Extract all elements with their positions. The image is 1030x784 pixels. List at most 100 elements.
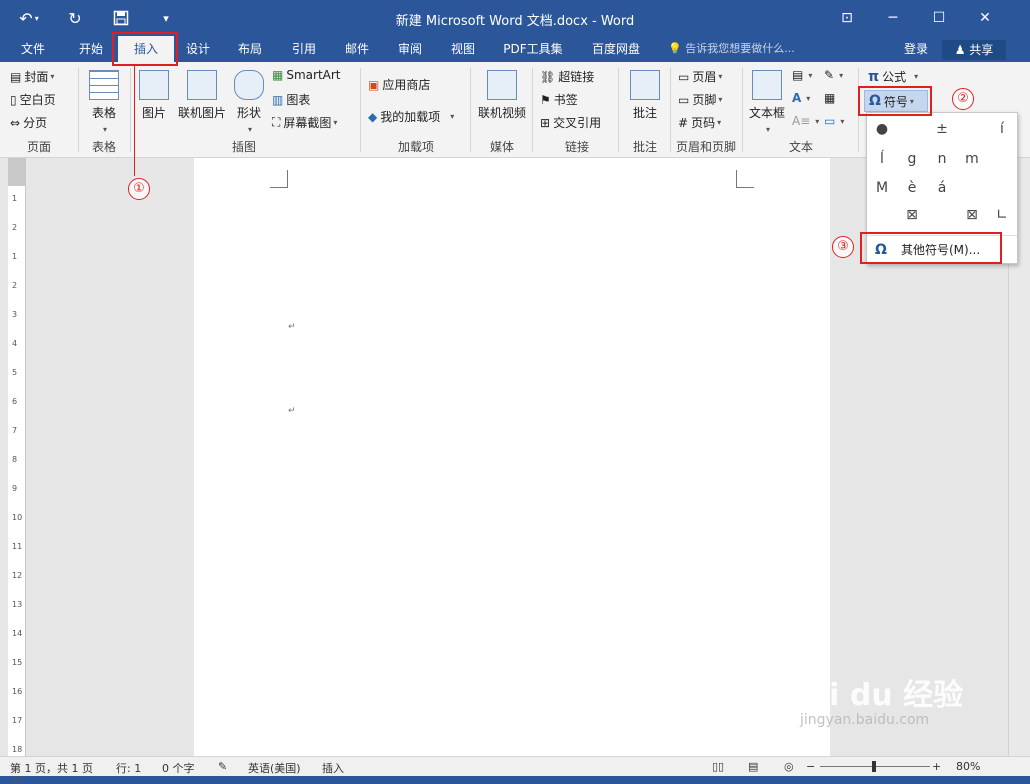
picture-icon (139, 70, 169, 100)
header-button[interactable]: ▭ 页眉 ▾ (678, 68, 722, 85)
zoom-level[interactable]: 80% (956, 760, 980, 773)
footer-button[interactable]: ▭ 页脚 ▾ (678, 91, 722, 108)
signature-icon: ✎ (824, 68, 835, 82)
ruler-tick: 1 (12, 252, 18, 261)
my-addins-button[interactable]: ◆ 我的加载项 ▾ (368, 108, 454, 125)
tab-pdf-tools[interactable]: PDF工具集 (492, 36, 574, 62)
cross-reference-button[interactable]: ⊞ 交叉引用 (540, 114, 601, 131)
close-icon[interactable]: ✕ (970, 6, 1000, 30)
blank-page-button[interactable]: ▯ 空白页 (10, 91, 56, 108)
ruler-tick: 4 (12, 339, 18, 348)
group-label-comments: 批注 (632, 140, 657, 154)
symbol-item[interactable]: è (897, 174, 927, 202)
symbol-item[interactable]: ĺ (867, 145, 897, 173)
textbox-button[interactable]: 文本框 ▾ (746, 70, 788, 135)
symbol-item[interactable]: ● (867, 115, 897, 143)
wordart-button[interactable]: A ▾ (792, 91, 810, 105)
paragraph-mark: ↵ (288, 322, 296, 332)
shapes-button[interactable]: 形状 ▾ (232, 70, 266, 135)
picture-button[interactable]: 图片 (136, 70, 172, 121)
signature-line-button[interactable]: ✎ ▾ (824, 68, 843, 82)
equation-button[interactable]: π 公式 ▾ (868, 68, 918, 85)
share-button[interactable]: ♟ 共享 (942, 40, 1006, 60)
tab-design[interactable]: 设计 (174, 36, 222, 62)
print-layout-icon[interactable]: ▤ (748, 760, 758, 773)
drop-cap-icon: A≡ (792, 114, 811, 128)
drop-cap-button[interactable]: A≡ ▾ (792, 114, 819, 128)
store-icon: ▣ (368, 77, 380, 92)
document-page[interactable]: ↵ ↵ (194, 158, 830, 756)
hyperlink-label: 超链接 (558, 70, 595, 84)
smartart-label: SmartArt (286, 68, 341, 82)
group-label-illustrations: 插图 (231, 140, 256, 154)
highlight-symbol-button (858, 86, 932, 116)
symbol-item[interactable]: m (957, 145, 987, 173)
tell-me-box[interactable]: 💡 告诉我您想要做什么... (668, 36, 795, 62)
status-bar: 第 1 页，共 1 页 行: 1 0 个字 ✎ 英语(美国) 插入 ▯▯ ▤ ◎… (0, 756, 1030, 776)
bookmark-button[interactable]: ⚑ 书签 (540, 91, 578, 108)
cover-page-icon: ▤ (10, 69, 22, 84)
symbol-item[interactable]: ⊠ (957, 201, 987, 229)
zoom-in-icon[interactable]: + (932, 760, 941, 773)
group-label-addins: 加载项 (397, 140, 434, 154)
ribbon-display-icon[interactable]: ⊡ (832, 6, 862, 30)
cross-reference-icon: ⊞ (540, 115, 551, 130)
sign-in-link[interactable]: 登录 (904, 36, 928, 62)
symbol-item[interactable]: ⊠ (897, 201, 927, 229)
object-button[interactable]: ▭ ▾ (824, 114, 844, 128)
page-number-button[interactable]: # 页码 ▾ (678, 114, 721, 131)
page-break-button[interactable]: ⇔ 分页 (10, 114, 47, 131)
symbol-item[interactable]: í (987, 115, 1017, 143)
online-video-button[interactable]: 联机视频 (476, 70, 528, 121)
comment-button[interactable]: 批注 (626, 70, 664, 121)
smartart-button[interactable]: ▦ SmartArt (272, 68, 341, 82)
page-count[interactable]: 第 1 页，共 1 页 (10, 760, 93, 776)
word-window: ↶ ▾ ↻ ▾ 新建 Microsoft Word 文档.docx - Word … (0, 0, 1030, 784)
my-addins-label: 我的加载项 (380, 110, 441, 124)
tab-baidu-netdisk[interactable]: 百度网盘 (580, 36, 652, 62)
date-time-button[interactable]: ▦ (824, 91, 838, 105)
symbol-item[interactable]: M (867, 174, 897, 202)
hyperlink-button[interactable]: ⛓ 超链接 (540, 68, 594, 85)
minimize-icon[interactable]: ─ (878, 6, 908, 30)
insert-mode[interactable]: 插入 (322, 760, 344, 776)
symbol-item[interactable]: ∟ (987, 201, 1017, 229)
symbol-item[interactable]: á (927, 174, 957, 202)
online-picture-icon (187, 70, 217, 100)
ruler-tick: 1 (12, 194, 18, 203)
pagenum-label: 页码 (691, 116, 716, 130)
language[interactable]: 英语(美国) (248, 760, 301, 776)
store-button[interactable]: ▣ 应用商店 (368, 76, 430, 93)
maximize-icon[interactable]: ☐ (924, 6, 954, 30)
baidu-watermark: Bai du 经验 (786, 678, 964, 713)
tab-review[interactable]: 审阅 (386, 36, 434, 62)
ruler-tick: 7 (12, 426, 18, 435)
symbol-item[interactable]: n (927, 145, 957, 173)
proofing-icon[interactable]: ✎ (218, 760, 227, 773)
zoom-out-icon[interactable]: − (806, 760, 815, 773)
highlight-more-symbols (860, 232, 1002, 264)
online-picture-button[interactable]: 联机图片 (174, 70, 230, 121)
cover-page-button[interactable]: ▤ 封面 ▾ (10, 68, 54, 85)
symbol-item[interactable]: g (897, 145, 927, 173)
table-button[interactable]: 表格 ▾ (84, 70, 124, 135)
zoom-slider-thumb[interactable] (872, 761, 876, 772)
tab-file[interactable]: 文件 (10, 36, 56, 62)
screenshot-button[interactable]: ⛶ 屏幕截图 ▾ (272, 114, 337, 131)
quick-parts-button[interactable]: ▤ ▾ (792, 68, 812, 82)
web-layout-icon[interactable]: ◎ (784, 760, 794, 773)
screenshot-label: 屏幕截图 (283, 116, 332, 130)
tab-layout[interactable]: 布局 (226, 36, 274, 62)
title-bar: ↶ ▾ ↻ ▾ 新建 Microsoft Word 文档.docx - Word … (0, 0, 1030, 36)
page-number-icon: # (678, 115, 689, 130)
tab-references[interactable]: 引用 (278, 36, 330, 62)
tab-mailings[interactable]: 邮件 (332, 36, 382, 62)
tab-view[interactable]: 视图 (438, 36, 488, 62)
vertical-ruler: 1 2 1 2 3 4 5 6 7 8 9 10 11 12 13 14 15 16 17 18 19 (8, 158, 26, 783)
tab-home[interactable]: 开始 (66, 36, 116, 62)
symbol-item[interactable]: ± (927, 115, 957, 143)
word-count[interactable]: 0 个字 (162, 760, 195, 776)
header-label: 页眉 (692, 70, 717, 84)
chart-button[interactable]: ▥ 图表 (272, 91, 310, 108)
read-mode-icon[interactable]: ▯▯ (712, 760, 724, 773)
